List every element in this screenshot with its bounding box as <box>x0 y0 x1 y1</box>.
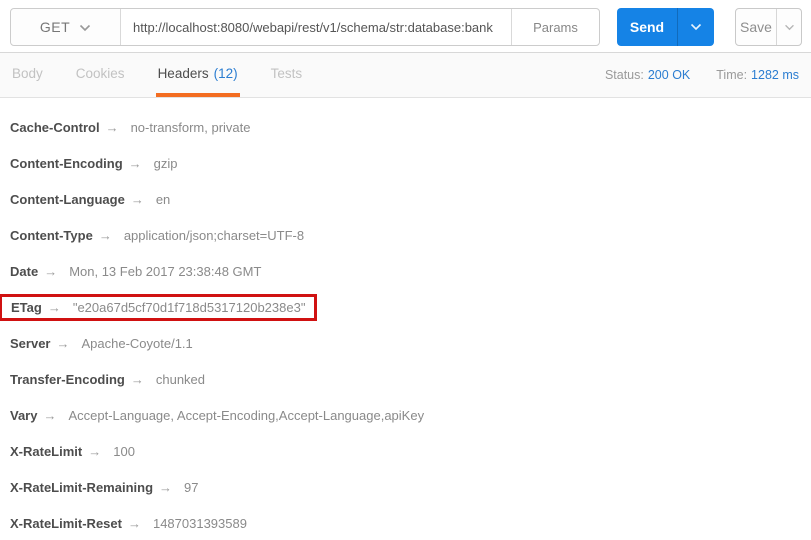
status-value: 200 OK <box>647 68 691 82</box>
header-name: Content-Type <box>10 227 93 243</box>
header-row-transfer-encoding: Transfer-Encoding → chunked <box>10 361 811 397</box>
response-headers-list: Cache-Control → no-transform, private Co… <box>0 98 811 540</box>
send-options-button[interactable] <box>678 8 714 46</box>
arrow-separator: → <box>130 371 144 387</box>
header-name: Content-Encoding <box>10 155 123 171</box>
header-value: 1487031393589 <box>152 515 247 531</box>
header-row-x-ratelimit-remaining: X-RateLimit-Remaining → 97 <box>10 469 811 505</box>
arrow-separator: → <box>47 299 61 315</box>
time-label: Time: <box>716 68 748 82</box>
header-name: Transfer-Encoding <box>10 371 125 387</box>
etag-highlight-box: ETag → "e20a67d5cf70d1f718d5317120b238e3… <box>0 293 318 321</box>
header-value: gzip <box>153 155 178 171</box>
header-row-server: Server → Apache-Coyote/1.1 <box>10 325 811 361</box>
header-value: "e20a67d5cf70d1f718d5317120b238e3" <box>72 299 306 315</box>
header-value: Accept-Language, Accept-Encoding,Accept-… <box>68 407 425 423</box>
header-row-date: Date → Mon, 13 Feb 2017 23:38:48 GMT <box>10 253 811 289</box>
arrow-separator: → <box>88 443 102 459</box>
arrow-separator: → <box>159 479 173 495</box>
tab-tests[interactable]: Tests <box>269 53 305 97</box>
arrow-separator: → <box>98 227 112 243</box>
save-button-group: Save <box>735 8 802 46</box>
header-name: Server <box>10 335 51 351</box>
tab-tests-label: Tests <box>270 65 303 81</box>
tab-body[interactable]: Body <box>10 53 45 97</box>
header-value: Mon, 13 Feb 2017 23:38:48 GMT <box>69 263 262 279</box>
header-row-content-type: Content-Type → application/json;charset=… <box>10 217 811 253</box>
status-label: Status: <box>604 68 644 82</box>
header-row-vary: Vary → Accept-Language, Accept-Encoding,… <box>10 397 811 433</box>
header-value: no-transform, private <box>130 119 251 135</box>
header-name: Cache-Control <box>10 119 100 135</box>
header-row-x-ratelimit-reset: X-RateLimit-Reset → 1487031393589 <box>10 505 811 540</box>
header-name: X-RateLimit <box>10 443 83 459</box>
tab-headers-count: (12) <box>213 65 238 81</box>
header-name: Vary <box>10 407 38 423</box>
response-tab-bar: Body Cookies Headers (12) Tests Status: … <box>0 53 811 98</box>
header-value: chunked <box>155 371 206 387</box>
tab-cookies[interactable]: Cookies <box>74 53 127 97</box>
response-status-info: Status: 200 OK Time: 1282 ms <box>605 53 811 97</box>
header-value: 100 <box>113 443 135 459</box>
url-input[interactable] <box>121 9 511 45</box>
chevron-down-icon <box>690 18 702 36</box>
header-value: 97 <box>184 479 199 495</box>
header-value: Apache-Coyote/1.1 <box>81 335 193 351</box>
save-options-button[interactable] <box>777 9 801 45</box>
method-dropdown[interactable]: GET <box>11 9 121 45</box>
arrow-separator: → <box>43 407 57 423</box>
header-row-cache-control: Cache-Control → no-transform, private <box>10 109 811 145</box>
header-name: X-RateLimit-Remaining <box>10 479 154 495</box>
header-value: application/json;charset=UTF-8 <box>123 227 305 243</box>
send-button[interactable]: Send <box>617 8 678 46</box>
url-group: GET Params <box>10 8 600 46</box>
tab-cookies-label: Cookies <box>75 65 125 81</box>
tab-headers-label: Headers <box>157 65 209 81</box>
header-row-content-encoding: Content-Encoding → gzip <box>10 145 811 181</box>
params-button[interactable]: Params <box>511 9 599 45</box>
header-name: ETag <box>11 299 42 315</box>
header-name: X-RateLimit-Reset <box>10 515 122 531</box>
send-button-group: Send <box>617 8 714 46</box>
arrow-separator: → <box>56 335 70 351</box>
header-name: Date <box>10 263 39 279</box>
arrow-separator: → <box>127 515 141 531</box>
header-name: Content-Language <box>10 191 125 207</box>
arrow-separator: → <box>105 119 119 135</box>
header-row-content-language: Content-Language → en <box>10 181 811 217</box>
header-value: en <box>155 191 171 207</box>
save-button[interactable]: Save <box>736 9 777 45</box>
chevron-down-icon <box>79 19 91 35</box>
params-label: Params <box>533 19 578 35</box>
method-label: GET <box>39 19 71 35</box>
request-bar: GET Params Send Save <box>0 0 811 53</box>
arrow-separator: → <box>130 191 144 207</box>
chevron-down-icon <box>784 18 795 36</box>
header-row-etag: ETag → "e20a67d5cf70d1f718d5317120b238e3… <box>0 289 811 325</box>
arrow-separator: → <box>128 155 142 171</box>
tab-headers[interactable]: Headers (12) <box>155 53 240 97</box>
tab-body-label: Body <box>12 65 43 81</box>
arrow-separator: → <box>44 263 58 279</box>
header-row-x-ratelimit: X-RateLimit → 100 <box>10 433 811 469</box>
time-value: 1282 ms <box>751 68 799 82</box>
